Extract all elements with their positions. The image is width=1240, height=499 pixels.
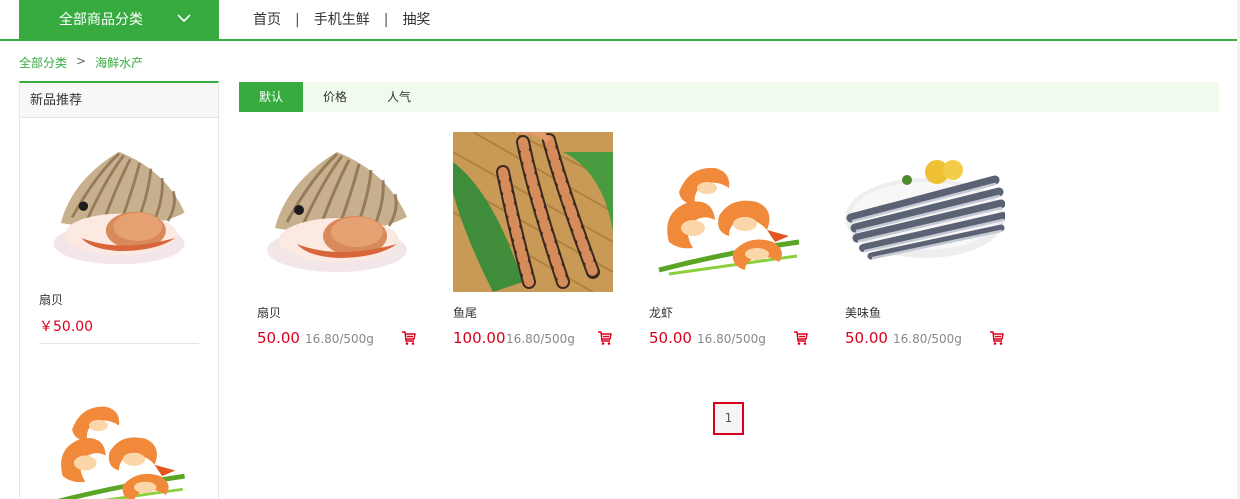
product-unit-price: 16.80/500g (893, 332, 962, 346)
new-products-sidebar: 新品推荐 扇贝 ￥50.00 (19, 81, 219, 499)
pagination-page-button[interactable]: 1 (713, 402, 744, 435)
breadcrumb: 全部分类 > 海鲜水产 (19, 54, 143, 71)
sort-price-tab[interactable]: 价格 (303, 82, 367, 112)
shrimp-image[interactable] (649, 132, 809, 292)
breadcrumb-arrow: > (76, 54, 87, 68)
product-price: 50.00 (649, 329, 692, 347)
sidebar-title: 新品推荐 (20, 83, 218, 118)
nav-separator: | (383, 12, 389, 28)
product-price: 100.00 (453, 329, 506, 347)
product-name[interactable]: 龙虾 (649, 304, 673, 321)
cart-icon[interactable] (989, 330, 1005, 346)
breadcrumb-root-link[interactable]: 全部分类 (19, 54, 67, 71)
tiger-prawns-image[interactable] (453, 132, 613, 292)
sort-popularity-tab[interactable]: 人气 (367, 82, 431, 112)
chevron-down-icon (177, 14, 191, 23)
breadcrumb-current-link[interactable]: 海鲜水产 (95, 54, 143, 71)
all-categories-label: 全部商品分类 (59, 12, 143, 28)
product-unit-price: 16.80/500g (506, 332, 575, 346)
sort-default-tab[interactable]: 默认 (239, 82, 303, 112)
sidebar-product-price: ￥50.00 (39, 319, 94, 335)
scallop-image[interactable] (44, 133, 194, 283)
scallop-image[interactable] (257, 132, 417, 292)
product-card[interactable]: 龙虾 50.00 16.80/500g (649, 132, 809, 352)
cart-icon[interactable] (597, 330, 613, 346)
product-price: 50.00 (257, 329, 300, 347)
cart-icon[interactable] (793, 330, 809, 346)
product-card[interactable]: 鱼尾 100.00 16.80/500g (453, 132, 613, 352)
shrimp-image[interactable] (44, 373, 194, 499)
product-unit-price: 16.80/500g (305, 332, 374, 346)
all-categories-button[interactable]: 全部商品分类 (19, 0, 219, 40)
product-name[interactable]: 美味鱼 (845, 304, 881, 321)
nav-home-link[interactable]: 首页 (253, 0, 281, 40)
product-card[interactable]: 扇贝 50.00 16.80/500g (257, 132, 417, 352)
cart-icon[interactable] (401, 330, 417, 346)
product-name[interactable]: 鱼尾 (453, 304, 477, 321)
nav-fresh-food-link[interactable]: 手机生鲜 (314, 0, 370, 40)
product-unit-price: 16.80/500g (697, 332, 766, 346)
divider (39, 343, 199, 344)
product-name[interactable]: 扇贝 (257, 304, 281, 321)
saury-fish-image[interactable] (845, 132, 1005, 292)
product-price: 50.00 (845, 329, 888, 347)
sidebar-product-name[interactable]: 扇贝 (39, 291, 63, 308)
product-card[interactable]: 美味鱼 50.00 16.80/500g (845, 132, 1005, 352)
nav-separator: | (295, 12, 300, 28)
nav-lottery-link[interactable]: 抽奖 (402, 0, 430, 40)
main-nav: 首页 | 手机生鲜 | 抽奖 (253, 0, 430, 40)
top-navigation-bar: 全部商品分类 首页 | 手机生鲜 | 抽奖 (0, 0, 1240, 41)
sort-bar: 默认 价格 人气 (239, 82, 1219, 112)
